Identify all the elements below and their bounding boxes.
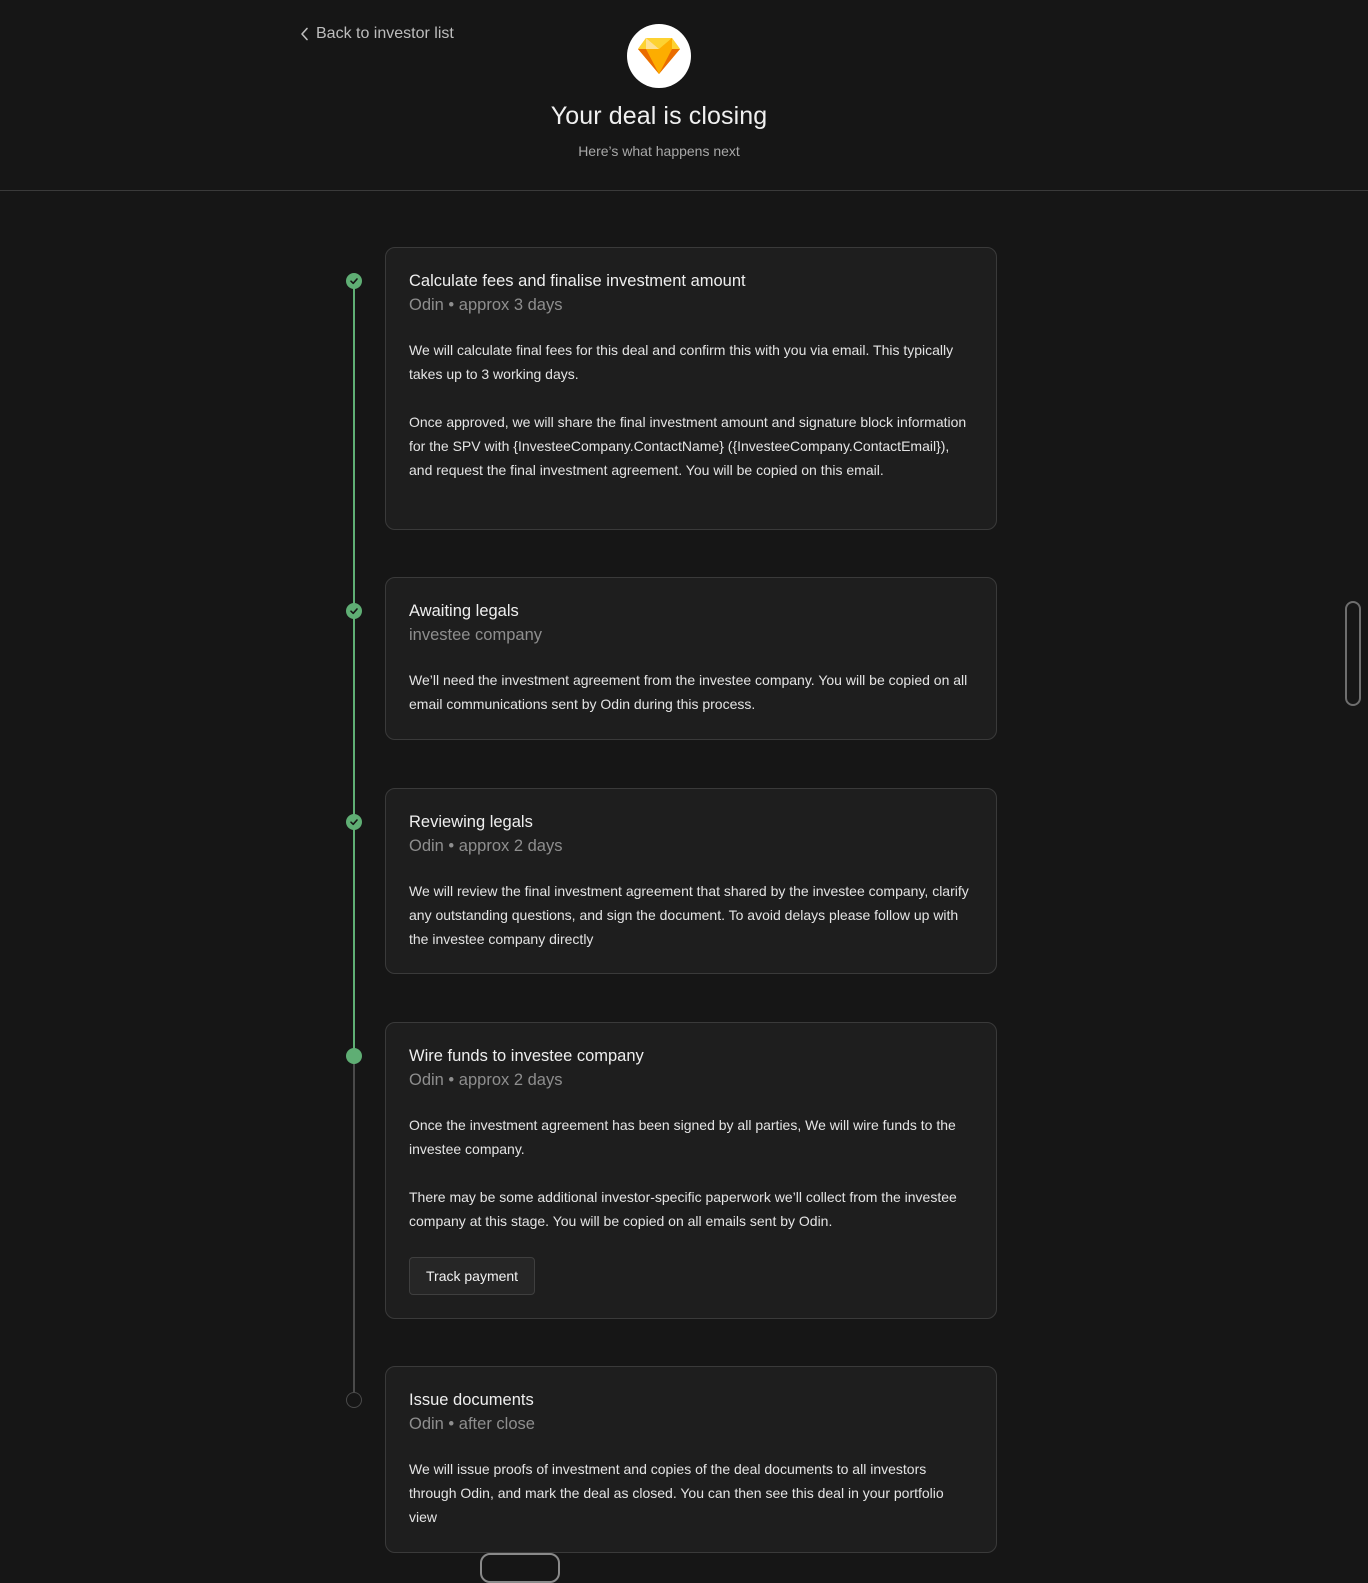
step-description: There may be some additional investor-sp… bbox=[409, 1189, 957, 1229]
step-meta: Odin • approx 2 days bbox=[409, 1071, 563, 1089]
step-meta: Odin • after close bbox=[409, 1415, 535, 1433]
timeline-line-completed bbox=[353, 281, 355, 1056]
check-icon bbox=[350, 819, 358, 826]
timeline-line-pending bbox=[353, 1056, 355, 1400]
track-payment-button[interactable]: Track payment bbox=[409, 1257, 536, 1295]
step-description: We will issue proofs of investment and c… bbox=[409, 1461, 944, 1525]
check-icon bbox=[350, 608, 358, 615]
step-title: Calculate fees and finalise investment a… bbox=[409, 272, 746, 290]
back-to-investor-list-link[interactable]: Back to investor list bbox=[300, 25, 454, 43]
page-header: Back to investor list Your deal is closi… bbox=[0, 0, 1368, 191]
step-card-calculate-fees: Calculate fees and finalise investment a… bbox=[385, 247, 997, 530]
page-subtitle: Here’s what happens next bbox=[578, 143, 740, 159]
step-description: We’ll need the investment agreement from… bbox=[409, 672, 968, 712]
step-description: We will review the final investment agre… bbox=[409, 883, 969, 947]
vertical-scrollbar[interactable] bbox=[1345, 601, 1361, 706]
back-link-label: Back to investor list bbox=[316, 25, 454, 42]
step-card-awaiting-legals: Awaiting legals investee company We’ll n… bbox=[385, 577, 997, 740]
page-title: Your deal is closing bbox=[550, 102, 768, 130]
bottom-drag-handle[interactable] bbox=[480, 1553, 560, 1583]
step-meta: Odin • approx 3 days bbox=[409, 296, 563, 314]
step-title: Issue documents bbox=[409, 1391, 534, 1409]
step-5-status-dot bbox=[346, 1392, 362, 1408]
step-title: Reviewing legals bbox=[409, 813, 533, 831]
step-3-status-dot bbox=[346, 814, 362, 830]
step-1-status-dot bbox=[346, 273, 362, 289]
step-description: Once the investment agreement has been s… bbox=[409, 1117, 956, 1157]
step-title: Awaiting legals bbox=[409, 602, 519, 620]
step-card-wire-funds: Wire funds to investee company Odin • ap… bbox=[385, 1022, 997, 1319]
step-description: We will calculate final fees for this de… bbox=[409, 342, 954, 382]
diamond-logo-icon bbox=[638, 38, 680, 74]
step-card-reviewing-legals: Reviewing legals Odin • approx 2 days We… bbox=[385, 788, 997, 974]
step-4-status-dot bbox=[346, 1048, 362, 1064]
step-meta: Odin • approx 2 days bbox=[409, 837, 563, 855]
step-description: Once approved, we will share the final i… bbox=[409, 414, 967, 478]
step-2-status-dot bbox=[346, 603, 362, 619]
step-title: Wire funds to investee company bbox=[409, 1047, 644, 1065]
step-meta: investee company bbox=[409, 626, 542, 644]
chevron-left-icon bbox=[301, 27, 308, 41]
check-icon bbox=[350, 278, 358, 285]
step-card-issue-documents: Issue documents Odin • after close We wi… bbox=[385, 1366, 997, 1553]
company-logo bbox=[627, 24, 691, 88]
